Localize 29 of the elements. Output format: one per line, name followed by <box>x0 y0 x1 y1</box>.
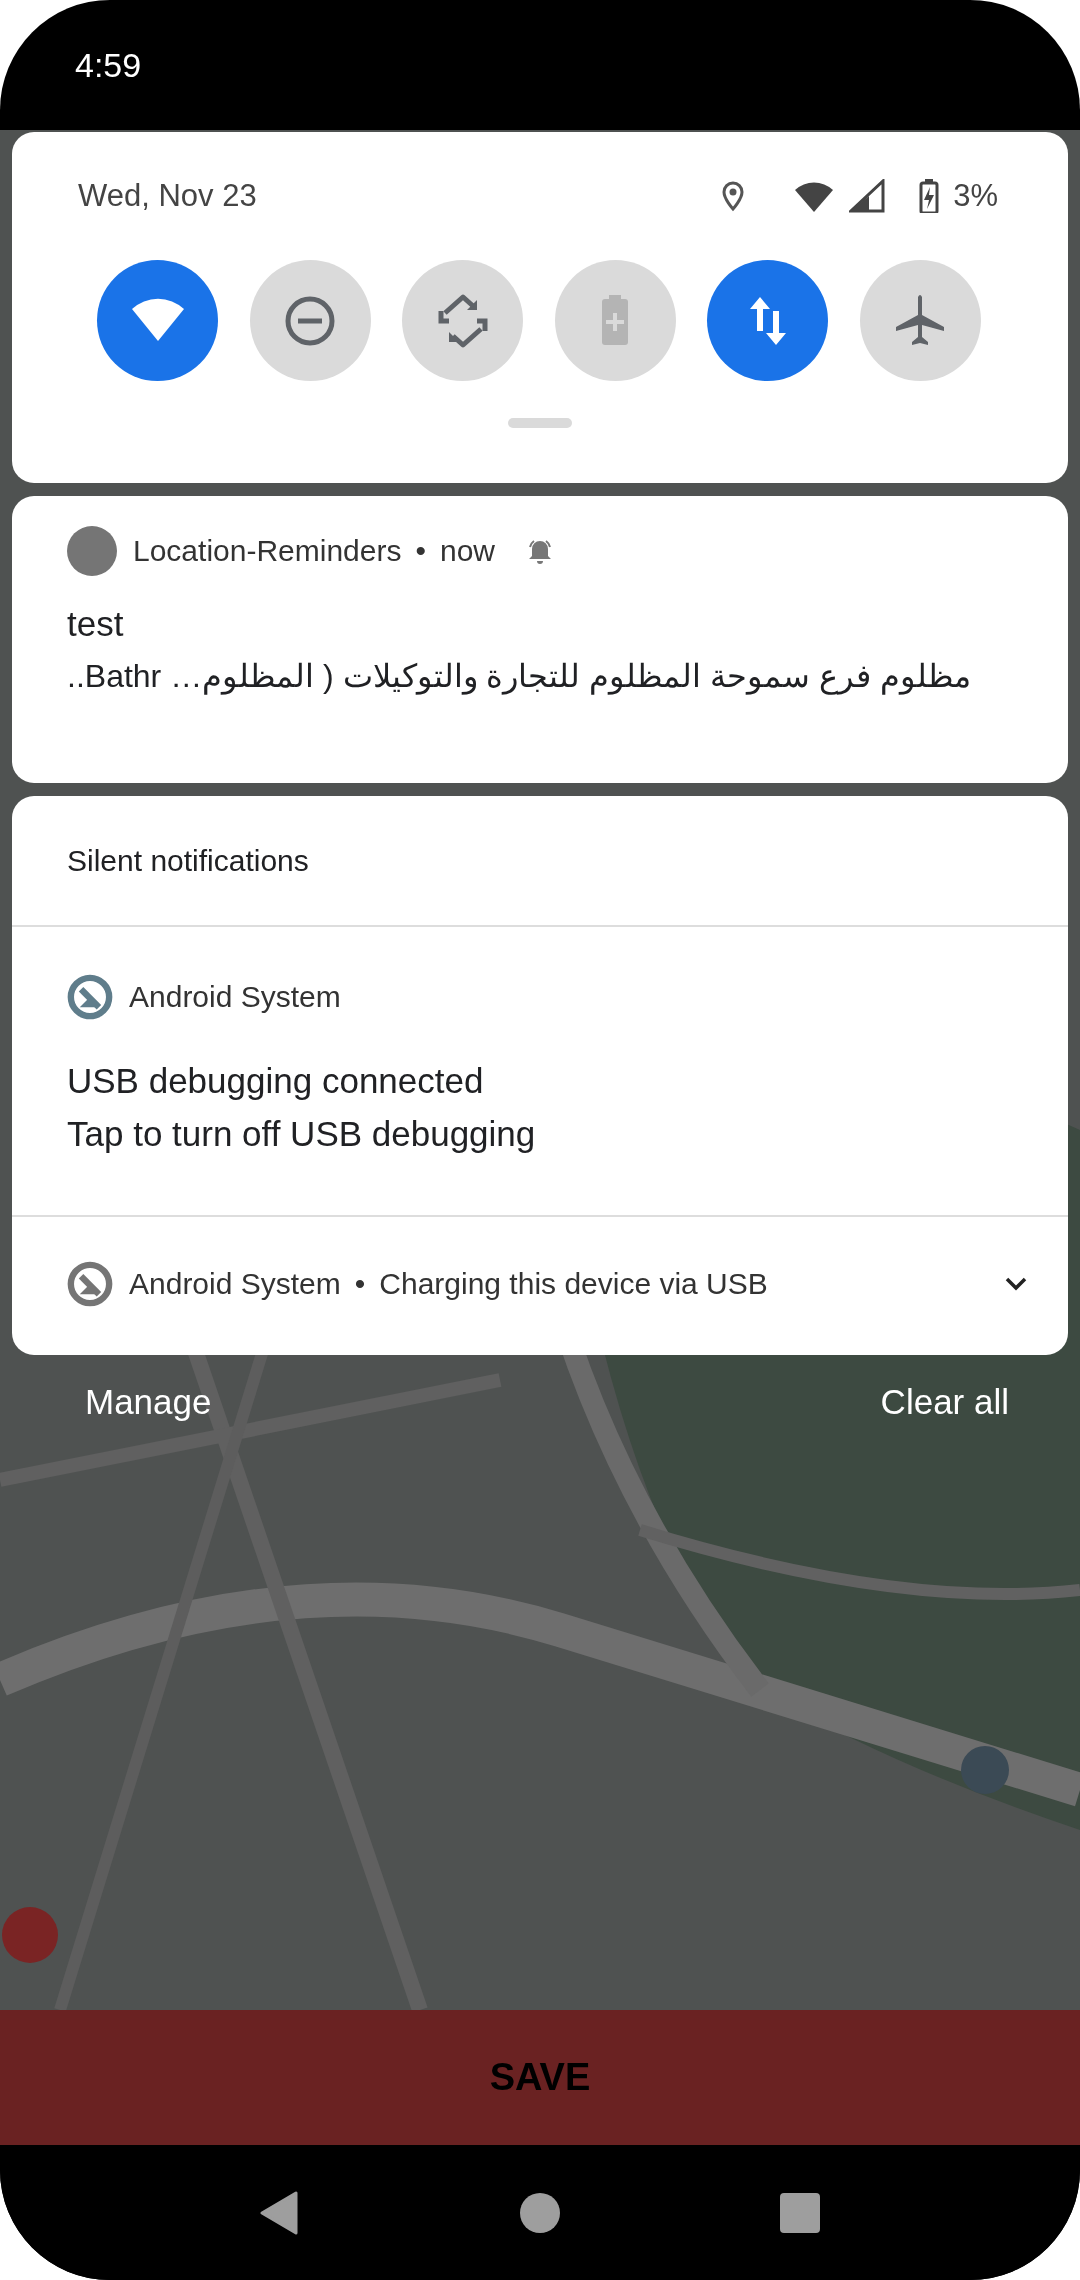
app-name: Android System <box>129 980 341 1014</box>
app-name: Android System <box>129 1267 341 1301</box>
timestamp: now <box>440 534 496 568</box>
separator-dot: • <box>354 1267 366 1301</box>
notification-title: test <box>67 603 125 645</box>
home-icon[interactable] <box>520 2192 560 2233</box>
app-icon <box>67 526 117 576</box>
clear-all-button[interactable]: Clear all <box>865 1372 1024 1432</box>
notification-summary: Charging this device via USB <box>379 1267 768 1301</box>
notification-title: USB debugging connected <box>67 1060 485 1102</box>
chevron-down-icon <box>1004 1276 1028 1292</box>
recents-icon[interactable] <box>780 2192 820 2233</box>
expand-button[interactable] <box>1004 1276 1028 1292</box>
notification-text: Tap to turn off USB debugging <box>67 1113 537 1155</box>
manage-button[interactable]: Manage <box>70 1372 227 1432</box>
back-icon[interactable] <box>260 2190 300 2235</box>
clock: 4:59 <box>75 45 142 85</box>
signal-icon <box>849 179 886 213</box>
battery-percent: 3% <box>953 178 998 214</box>
location-icon <box>721 180 746 212</box>
date: Wed, Nov 23 <box>78 178 257 214</box>
separator-dot: • <box>415 534 426 568</box>
app-name: Location-Reminders <box>133 534 402 568</box>
drag-handle[interactable] <box>508 418 572 428</box>
wifi-icon <box>793 180 836 212</box>
notification-text: مظلوم فرع سموحة المظلوم للتجارة والتوكيلات ( المظلوم… Bathr.. <box>67 657 972 697</box>
section-header: Silent notifications <box>12 796 1068 927</box>
bell-icon <box>527 538 554 564</box>
charging-battery-icon <box>919 179 940 213</box>
